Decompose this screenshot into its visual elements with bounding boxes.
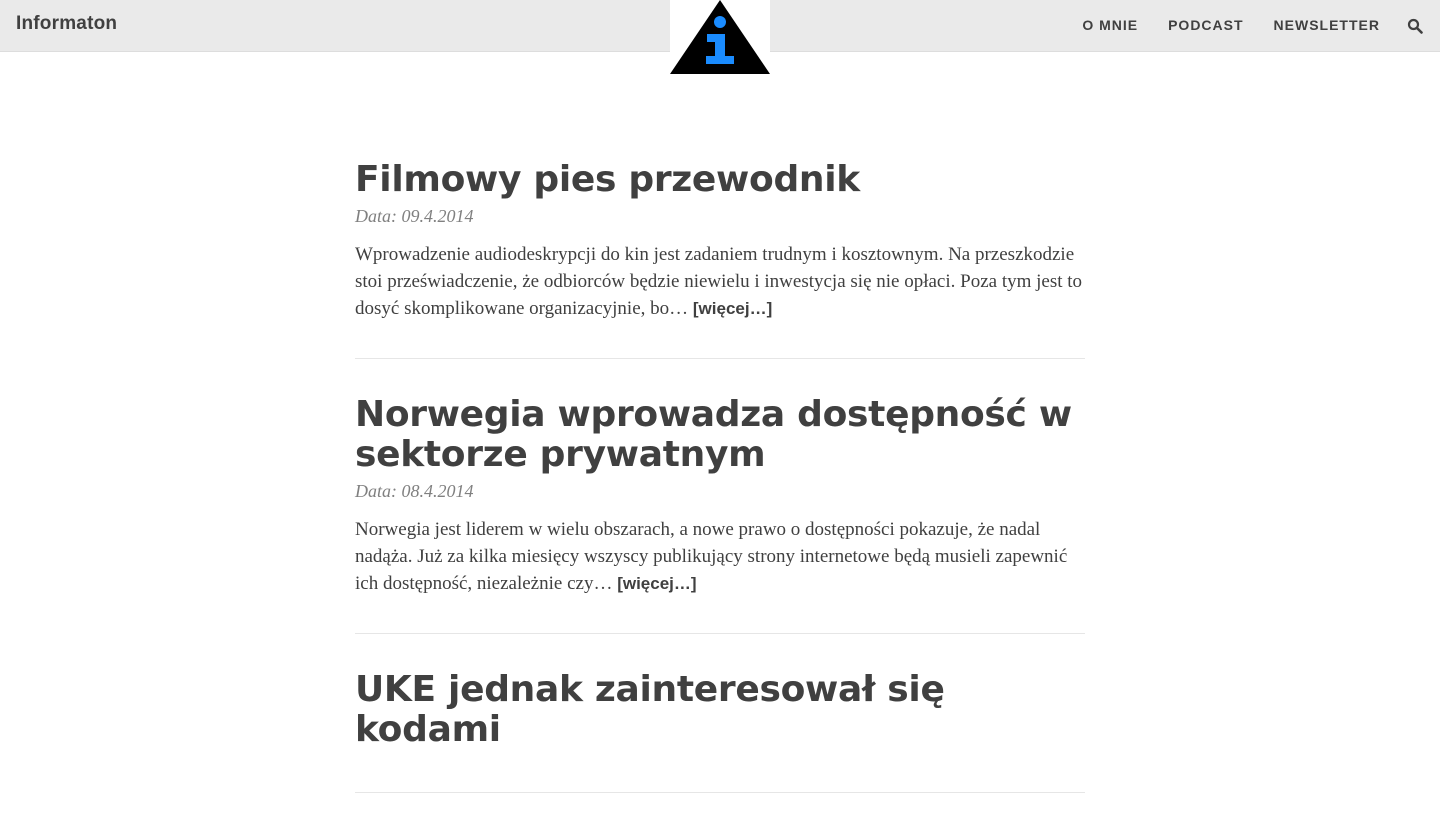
search-icon[interactable] xyxy=(1407,18,1423,34)
post-title[interactable]: Norwegia wprowadza dostępność w sektorze… xyxy=(355,395,1085,475)
nav-link-newsletter[interactable]: NEWSLETTER xyxy=(1274,17,1380,33)
post-preview: UKE jednak zainteresował się kodami xyxy=(355,670,1085,793)
post-date: Data: 09.4.2014 xyxy=(355,206,474,226)
info-triangle-icon xyxy=(670,0,770,74)
post-excerpt-text: Norwegia jest liderem w wielu obszarach,… xyxy=(355,519,1068,594)
post-excerpt: Norwegia jest liderem w wielu obszarach,… xyxy=(355,516,1085,597)
post-preview: Filmowy pies przewodnik Data: 09.4.2014 … xyxy=(355,160,1085,359)
top-navbar: Informaton O MNIE PODCAST NEWSLETTER xyxy=(0,0,1440,76)
logo-serif-top xyxy=(707,34,717,42)
nav-link-podcast[interactable]: PODCAST xyxy=(1168,17,1243,33)
read-more-link[interactable]: [więcej…] xyxy=(617,574,696,593)
post-title[interactable]: Filmowy pies przewodnik xyxy=(355,160,1085,200)
logo-serif-bottom xyxy=(706,56,734,64)
logo[interactable] xyxy=(670,0,770,76)
brand-link[interactable]: Informaton xyxy=(16,13,117,35)
post-date: Data: 08.4.2014 xyxy=(355,481,474,501)
post-preview: Norwegia wprowadza dostępność w sektorze… xyxy=(355,395,1085,634)
post-list: Filmowy pies przewodnik Data: 09.4.2014 … xyxy=(355,160,1085,829)
post-title[interactable]: UKE jednak zainteresował się kodami xyxy=(355,670,1085,750)
logo-dot xyxy=(714,16,726,28)
nav-links: O MNIE PODCAST NEWSLETTER xyxy=(1082,17,1380,33)
read-more-link[interactable]: [więcej…] xyxy=(693,299,772,318)
post-excerpt: Wprowadzenie audiodeskrypcji do kin jest… xyxy=(355,241,1085,322)
nav-link-o-mnie[interactable]: O MNIE xyxy=(1082,17,1138,33)
